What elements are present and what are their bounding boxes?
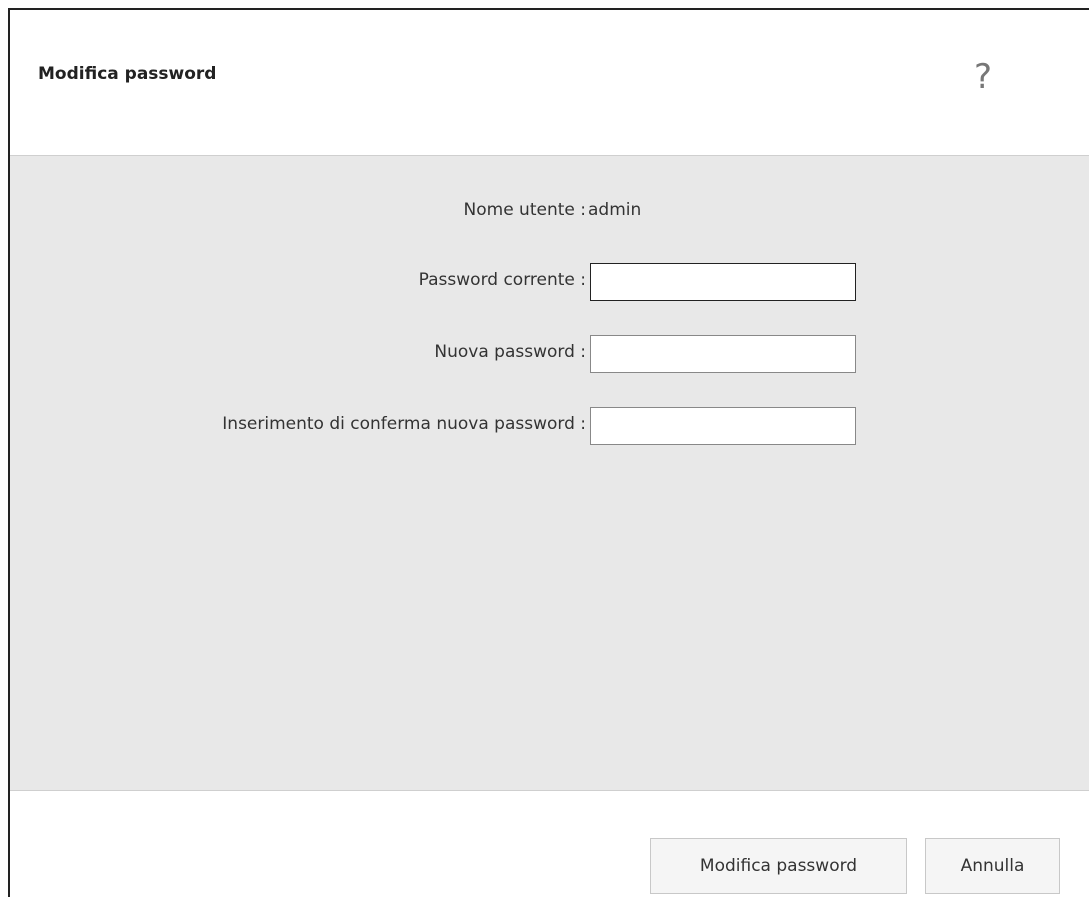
change-password-dialog: Modifica password ? Nome utente : admin … (8, 8, 1089, 899)
dialog-body: Nome utente : admin Password corrente : … (10, 156, 1089, 791)
dialog-title: Modifica password (38, 64, 217, 84)
confirm-password-row: Inserimento di conferma nuova password : (10, 406, 1089, 446)
new-password-field[interactable] (590, 335, 856, 373)
username-value: admin (588, 200, 642, 220)
confirm-password-field[interactable] (590, 407, 856, 445)
cancel-button[interactable]: Annulla (925, 838, 1060, 894)
current-password-row: Password corrente : (10, 262, 1089, 302)
change-password-button[interactable]: Modifica password (650, 838, 907, 894)
username-label: Nome utente : (463, 200, 586, 220)
current-password-field[interactable] (590, 263, 856, 301)
new-password-label: Nuova password : (434, 342, 586, 362)
dialog-header: Modifica password ? (10, 10, 1089, 156)
dialog-footer: Modifica password Annulla (10, 791, 1089, 899)
username-row: Nome utente : admin (10, 192, 1089, 232)
current-password-label: Password corrente : (418, 270, 586, 290)
confirm-password-label: Inserimento di conferma nuova password : (222, 414, 586, 434)
new-password-row: Nuova password : (10, 334, 1089, 374)
help-icon[interactable]: ? (974, 60, 992, 94)
